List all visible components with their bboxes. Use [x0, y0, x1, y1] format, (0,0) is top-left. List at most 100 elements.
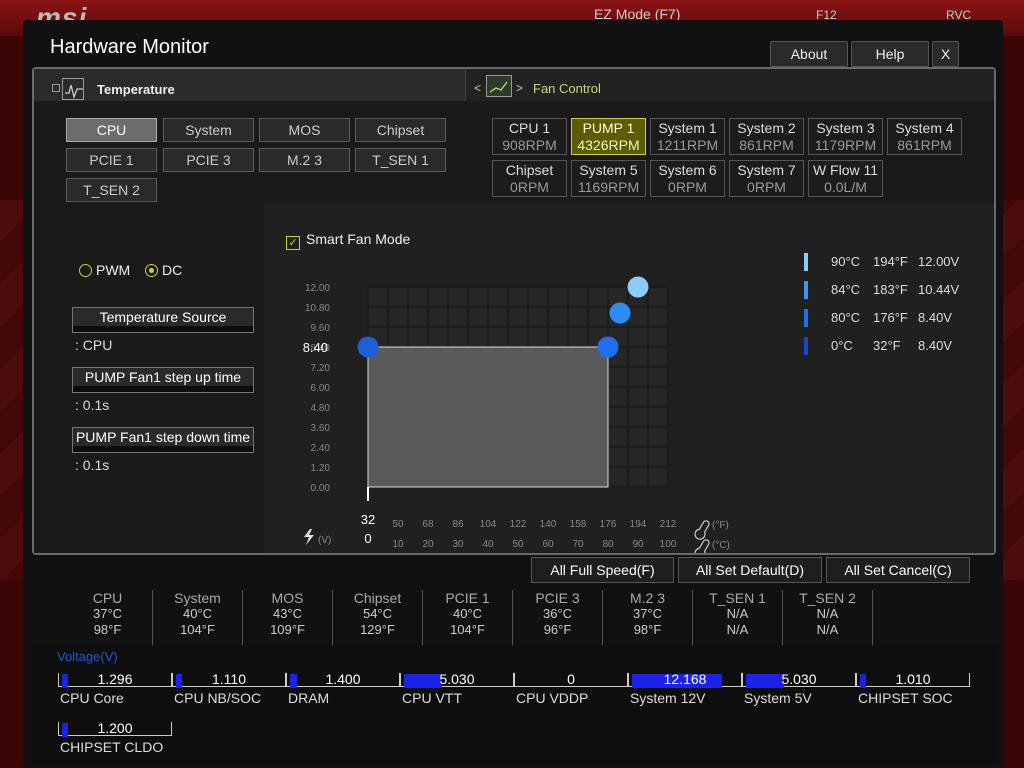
voltage-readout-chipset-cldo: 1.200 CHIPSET CLDO — [58, 716, 172, 756]
y-tick-label: 10.80 — [305, 303, 330, 314]
temp-readout-pcie-3: PCIE 3 36°C 96°F — [513, 590, 603, 646]
fan-button-system-1[interactable]: System 1 1211RPM — [650, 118, 725, 155]
source-button-t-sen-2[interactable]: T_SEN 2 — [66, 178, 157, 202]
x-tick-label-f: 50 — [392, 519, 404, 530]
fan-button-system-5[interactable]: System 5 1169RPM — [571, 160, 646, 197]
temp-readout-celsius: 40°C — [182, 606, 213, 621]
temp-readout-celsius: 37°C — [632, 606, 663, 621]
source-button-m-2-3[interactable]: M.2 3 — [259, 148, 350, 172]
x-tick-label-c: 90 — [632, 539, 644, 550]
fan-button-system-6[interactable]: System 6 0RPM — [650, 160, 725, 197]
temp-readout-name: M.2 3 — [629, 590, 665, 606]
fan-button-system-7[interactable]: System 7 0RPM — [729, 160, 804, 197]
x-tick-label-c: 80 — [602, 539, 614, 550]
pwm-radio-dot[interactable] — [79, 264, 92, 277]
voltage-value: 0 — [567, 671, 575, 687]
x-tick-label-c: 60 — [542, 539, 554, 550]
temp-readout-chipset: Chipset 54°C 129°F — [333, 590, 423, 646]
step-down-time-button[interactable]: PUMP Fan1 step down time — [72, 427, 254, 453]
temp-readout-fahrenheit: 98°F — [93, 622, 122, 637]
curve-point-3[interactable] — [609, 302, 631, 324]
pwm-label: PWM — [96, 262, 131, 278]
voltage-name: DRAM — [288, 690, 330, 706]
fan-button-system-2[interactable]: System 2 861RPM — [729, 118, 804, 155]
voltage-value: 5.030 — [439, 671, 475, 687]
y-tick-label: 3.60 — [311, 423, 331, 434]
fahrenheit-unit-label: (°F) — [712, 520, 729, 531]
x-tick-label-c: 10 — [392, 539, 404, 550]
source-button-chipset[interactable]: Chipset — [355, 118, 446, 142]
temp-readout-name: T_SEN 1 — [709, 590, 766, 606]
temp-readout-mos: MOS 43°C 109°F — [243, 590, 333, 646]
temp-readout-t-sen-2: T_SEN 2 N/A N/A — [783, 590, 873, 646]
all-full-speed-button[interactable]: All Full Speed(F) — [531, 557, 674, 583]
fan-button-cpu-1[interactable]: CPU 1 908RPM — [492, 118, 567, 155]
voltage-title: Voltage(V) — [57, 649, 118, 664]
temp-readout-name: PCIE 1 — [445, 590, 490, 606]
temp-readout-fahrenheit: 96°F — [543, 622, 572, 637]
temperature-tab[interactable]: Temperature — [34, 69, 466, 101]
pwm-radio[interactable]: PWM — [79, 262, 130, 278]
fan-control-tab-label: Fan Control — [533, 81, 601, 96]
temp-readout-m-2-3: M.2 3 37°C 98°F — [603, 590, 693, 646]
source-button-mos[interactable]: MOS — [259, 118, 350, 142]
step-up-time-button[interactable]: PUMP Fan1 step up time — [72, 367, 254, 393]
temp-readout-celsius: 54°C — [362, 606, 393, 621]
fan-curve-chart[interactable]: 12.00 10.80 9.60 8.40 7.20 6.00 4.80 3.60 2.40 1.… — [264, 233, 744, 553]
legend-color-bar — [804, 281, 808, 299]
fan-button-chipset[interactable]: Chipset 0RPM — [492, 160, 567, 197]
x-tick-label-c: 70 — [572, 539, 584, 550]
x-tick-label-f: 194 — [630, 519, 647, 530]
about-button[interactable]: About — [770, 41, 848, 67]
y-tick-label: 6.00 — [311, 383, 331, 394]
source-button-cpu[interactable]: CPU — [66, 118, 157, 142]
voltage-readout-cpu-core: 1.296 CPU Core — [58, 667, 172, 707]
fan-name: System 5 — [579, 162, 638, 178]
fan-button-system-4[interactable]: System 4 861RPM — [887, 118, 962, 155]
step-down-time-value: : 0.1s — [75, 457, 110, 473]
curve-point-4[interactable] — [627, 276, 649, 298]
temp-readout-name: MOS — [271, 590, 304, 606]
dc-label: DC — [162, 262, 183, 278]
source-button-system[interactable]: System — [163, 118, 254, 142]
fan-button-pump-1[interactable]: PUMP 1 4326RPM — [571, 118, 646, 155]
temp-readout-pcie-1: PCIE 1 40°C 104°F — [423, 590, 513, 646]
curve-point-1[interactable] — [357, 336, 379, 358]
fan-control-tab[interactable]: < > Fan Control — [466, 69, 994, 101]
temp-readout-name: PCIE 3 — [535, 590, 580, 606]
help-button[interactable]: Help — [851, 41, 929, 67]
legend-f-value: 194°F — [873, 254, 908, 269]
fan-button-system-3[interactable]: System 3 1179RPM — [808, 118, 883, 155]
source-button-pcie-1[interactable]: PCIE 1 — [66, 148, 157, 172]
fan-rpm: 0RPM — [510, 179, 549, 195]
source-button-pcie-3[interactable]: PCIE 3 — [163, 148, 254, 172]
x-tick-label-f: 86 — [452, 519, 464, 530]
curve-point-2[interactable] — [597, 336, 619, 358]
all-set-cancel-button[interactable]: All Set Cancel(C) — [826, 557, 970, 583]
x-tick-label-c: 50 — [512, 539, 524, 550]
fan-rpm: 1169RPM — [577, 179, 640, 195]
fan-name: System 6 — [658, 162, 717, 178]
voltage-value: 1.110 — [212, 671, 246, 687]
temperature-source-button[interactable]: Temperature Source — [72, 307, 254, 333]
source-button-t-sen-1[interactable]: T_SEN 1 — [355, 148, 446, 172]
legend-color-bar — [804, 337, 808, 355]
fan-name: System 4 — [895, 120, 954, 136]
fan-button-w-flow-11[interactable]: W Flow 11 0.0L/M — [808, 160, 883, 197]
dc-radio[interactable]: DC — [145, 262, 182, 278]
legend-color-bar — [804, 309, 808, 327]
x-tick-label-f: 158 — [570, 519, 587, 530]
close-button[interactable]: X — [932, 41, 959, 67]
temp-readout-name: System — [174, 590, 221, 606]
collapse-icon[interactable] — [52, 84, 60, 92]
voltage-name: System 12V — [630, 690, 706, 706]
legend-f-value: 32°F — [873, 338, 901, 353]
all-set-default-button[interactable]: All Set Default(D) — [678, 557, 822, 583]
dc-radio-dot[interactable] — [145, 264, 158, 277]
voltage-readout-cpu-nb-soc: 1.110 CPU NB/SOC — [172, 667, 286, 707]
x-tick-label-f: 212 — [660, 519, 677, 530]
chevron-right-icon[interactable]: > — [516, 81, 523, 95]
fan-rpm: 861RPM — [739, 137, 794, 153]
chevron-left-icon[interactable]: < — [474, 81, 481, 95]
voltage-readout-system-12v: 12.168 System 12V — [628, 667, 742, 707]
